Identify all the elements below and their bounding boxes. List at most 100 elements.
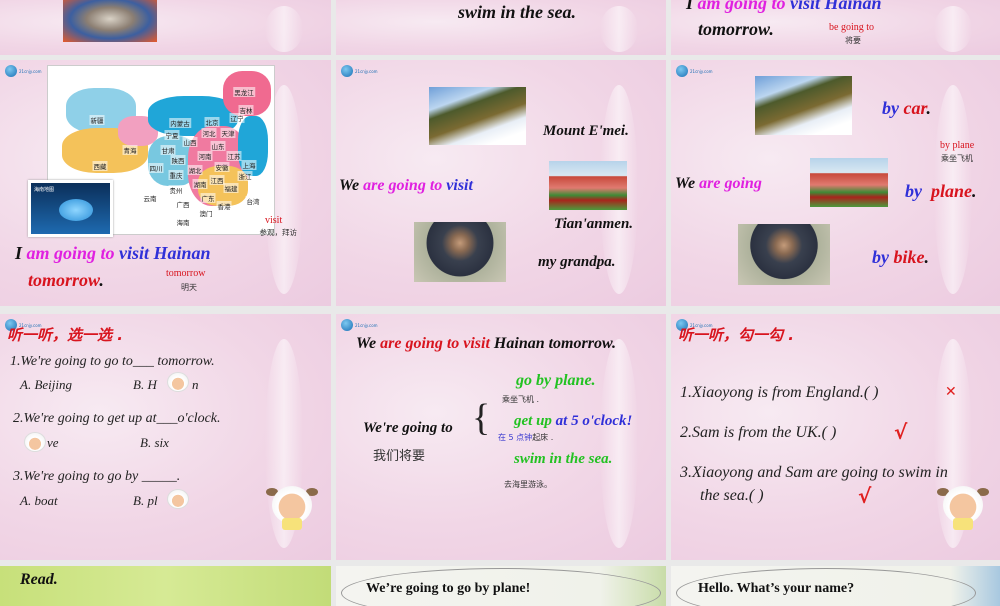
slide-title: 听一听，选一选 . bbox=[7, 326, 123, 344]
map-label: 天津 bbox=[220, 128, 236, 138]
by-plane: by plane. bbox=[905, 181, 977, 202]
slide-thumbnail-5[interactable]: 21cnjy.com Mount E'mei. We are going to … bbox=[336, 60, 666, 306]
map-label: 湖北 bbox=[187, 165, 203, 175]
option-2b: B. six bbox=[140, 435, 169, 450]
question-2: 2.We're going to get up at___o'clock. bbox=[13, 411, 221, 426]
word: by bbox=[872, 247, 889, 267]
option-swim: swim in the sea. bbox=[514, 451, 613, 467]
word: car bbox=[903, 98, 927, 118]
sentence: We are going bbox=[675, 175, 762, 193]
slide-title: 听一听，勾一勾 . bbox=[678, 326, 794, 344]
word: by bbox=[882, 98, 899, 118]
check-icon: √ bbox=[858, 484, 872, 508]
map-label: 台湾 bbox=[245, 196, 261, 206]
hainan-map-inset: 海南地图 bbox=[28, 180, 113, 237]
map-label: 江苏 bbox=[226, 151, 242, 161]
slide-thumbnail-1[interactable] bbox=[0, 0, 331, 55]
word: We bbox=[356, 335, 377, 352]
word: We bbox=[675, 175, 696, 192]
question-3: 3.We're going to go by _____. bbox=[13, 469, 181, 484]
grandpa-photo bbox=[414, 222, 506, 282]
statement-3: 3.Xiaoyong and Sam are going to swim in bbox=[680, 464, 948, 481]
vocab-note: be going to bbox=[829, 22, 874, 33]
word: I bbox=[686, 0, 694, 13]
slide-text: Hello. What’s your name? bbox=[698, 581, 855, 596]
vocab-by-plane-zh: 乘坐飞机 bbox=[941, 154, 973, 163]
stem: We're going to bbox=[363, 420, 453, 436]
word: 起床 . bbox=[532, 433, 554, 442]
sheep-icon bbox=[24, 432, 46, 452]
map-label: 四川 bbox=[148, 163, 164, 173]
map-label: 广东 bbox=[200, 193, 216, 203]
statement-1: 1.Xiaoyong is from England.( ) bbox=[680, 384, 879, 401]
option-go-by-plane: go by plane. bbox=[516, 372, 596, 389]
slide-thumbnail-2[interactable]: swim in the sea. bbox=[336, 0, 666, 55]
mount-emei-photo bbox=[429, 87, 526, 145]
map-label: 湖南 bbox=[192, 179, 208, 189]
slide-thumbnail-9[interactable]: 21cnjy.com 听一听，勾一勾 . 1.Xiaoyong is from … bbox=[671, 314, 1000, 560]
vocab-visit-zh: 参观，拜访 bbox=[259, 228, 298, 237]
vocab-tomorrow-zh: 明天 bbox=[181, 283, 197, 292]
slide-thumbnail-11[interactable]: We’re going to go by plane! bbox=[336, 566, 666, 606]
slide-thumbnail-4[interactable]: 21cnjy.com 新疆 西藏 青海 甘肃 内蒙古 宁夏 陕西 山西 北京 河… bbox=[0, 60, 331, 306]
feather-decoration bbox=[600, 338, 638, 548]
sentence-line2: tomorrow. bbox=[28, 270, 104, 291]
statement-2: 2.Sam is from the UK.( ) bbox=[680, 424, 837, 441]
by-bike: by bike. bbox=[872, 247, 929, 268]
map-label: 上海 bbox=[241, 160, 257, 170]
map-label: 重庆 bbox=[168, 170, 184, 180]
word: visit bbox=[446, 177, 473, 194]
logo: 21cnjy.com bbox=[5, 65, 47, 77]
map-label: 吉林 bbox=[238, 105, 254, 115]
map-label: 海南 bbox=[175, 217, 191, 227]
option-2a-tail: ve bbox=[47, 435, 59, 450]
option-1b-tail: n bbox=[192, 377, 199, 392]
map-label: 云南 bbox=[142, 193, 158, 203]
word: am going to bbox=[26, 243, 115, 263]
map-label: 山东 bbox=[210, 141, 226, 151]
word: tomorrow bbox=[28, 270, 100, 290]
map-label: 内蒙古 bbox=[169, 118, 191, 128]
word: are going to bbox=[363, 177, 443, 194]
mount-emei-photo bbox=[755, 76, 852, 135]
option-3a: A. boat bbox=[20, 493, 58, 508]
slide-thumbnail-7[interactable]: 21cnjy.com 听一听，选一选 . 1.We're going to go… bbox=[0, 314, 331, 560]
word: visit Hainan bbox=[790, 0, 882, 13]
sheep-icon bbox=[167, 372, 189, 392]
slide-thumbnail-3[interactable]: I am going to visit Hainan tomorrow. be … bbox=[671, 0, 1000, 55]
logo: 21cnjy.com bbox=[341, 319, 383, 331]
tiananmen-photo bbox=[549, 161, 627, 210]
word: am going to bbox=[697, 0, 786, 13]
map-label: 黑龙江 bbox=[233, 87, 255, 97]
map-label: 香港 bbox=[216, 201, 232, 211]
map-label: 青海 bbox=[122, 145, 138, 155]
option-1a: A. Beijing bbox=[20, 377, 72, 392]
word: get up bbox=[514, 413, 552, 429]
sheep-icon bbox=[167, 489, 189, 509]
vocab-note-zh: 将要 bbox=[845, 36, 861, 45]
slide-thumbnail-6[interactable]: 21cnjy.com by car. by plane 乘坐飞机 We are … bbox=[671, 60, 1000, 306]
logo: 21cnjy.com bbox=[676, 65, 718, 77]
cross-icon: ✕ bbox=[945, 384, 957, 400]
slide-thumbnail-8[interactable]: 21cnjy.com We are going to visit Hainan … bbox=[336, 314, 666, 560]
map-label: 西藏 bbox=[92, 161, 108, 171]
feather-decoration bbox=[600, 5, 638, 53]
map-label: 河北 bbox=[201, 128, 217, 138]
vocab-by-plane: by plane bbox=[940, 140, 975, 151]
penguin-photo bbox=[63, 0, 157, 42]
pleasant-goat-character bbox=[266, 482, 318, 532]
slide-thumbnail-12[interactable]: Hello. What’s your name? bbox=[671, 566, 1000, 606]
option-3b: B. pl bbox=[133, 493, 158, 508]
map-label: 广西 bbox=[175, 199, 191, 209]
word: by bbox=[905, 181, 922, 201]
sentence-line2: tomorrow. bbox=[698, 19, 774, 39]
map-label: 贵州 bbox=[168, 185, 184, 195]
stem-zh: 我们将要 bbox=[373, 449, 426, 464]
option-go-by-plane-zh: 乘坐飞机 . bbox=[502, 395, 540, 404]
inset-title: 海南地图 bbox=[34, 187, 55, 193]
slide-text: swim in the sea. bbox=[458, 2, 577, 22]
slide-thumbnail-10[interactable]: Read. bbox=[0, 566, 331, 606]
map-label: 安徽 bbox=[214, 162, 230, 172]
map-label: 甘肃 bbox=[160, 145, 176, 155]
place-mount-emei: Mount E'mei. bbox=[543, 123, 629, 139]
